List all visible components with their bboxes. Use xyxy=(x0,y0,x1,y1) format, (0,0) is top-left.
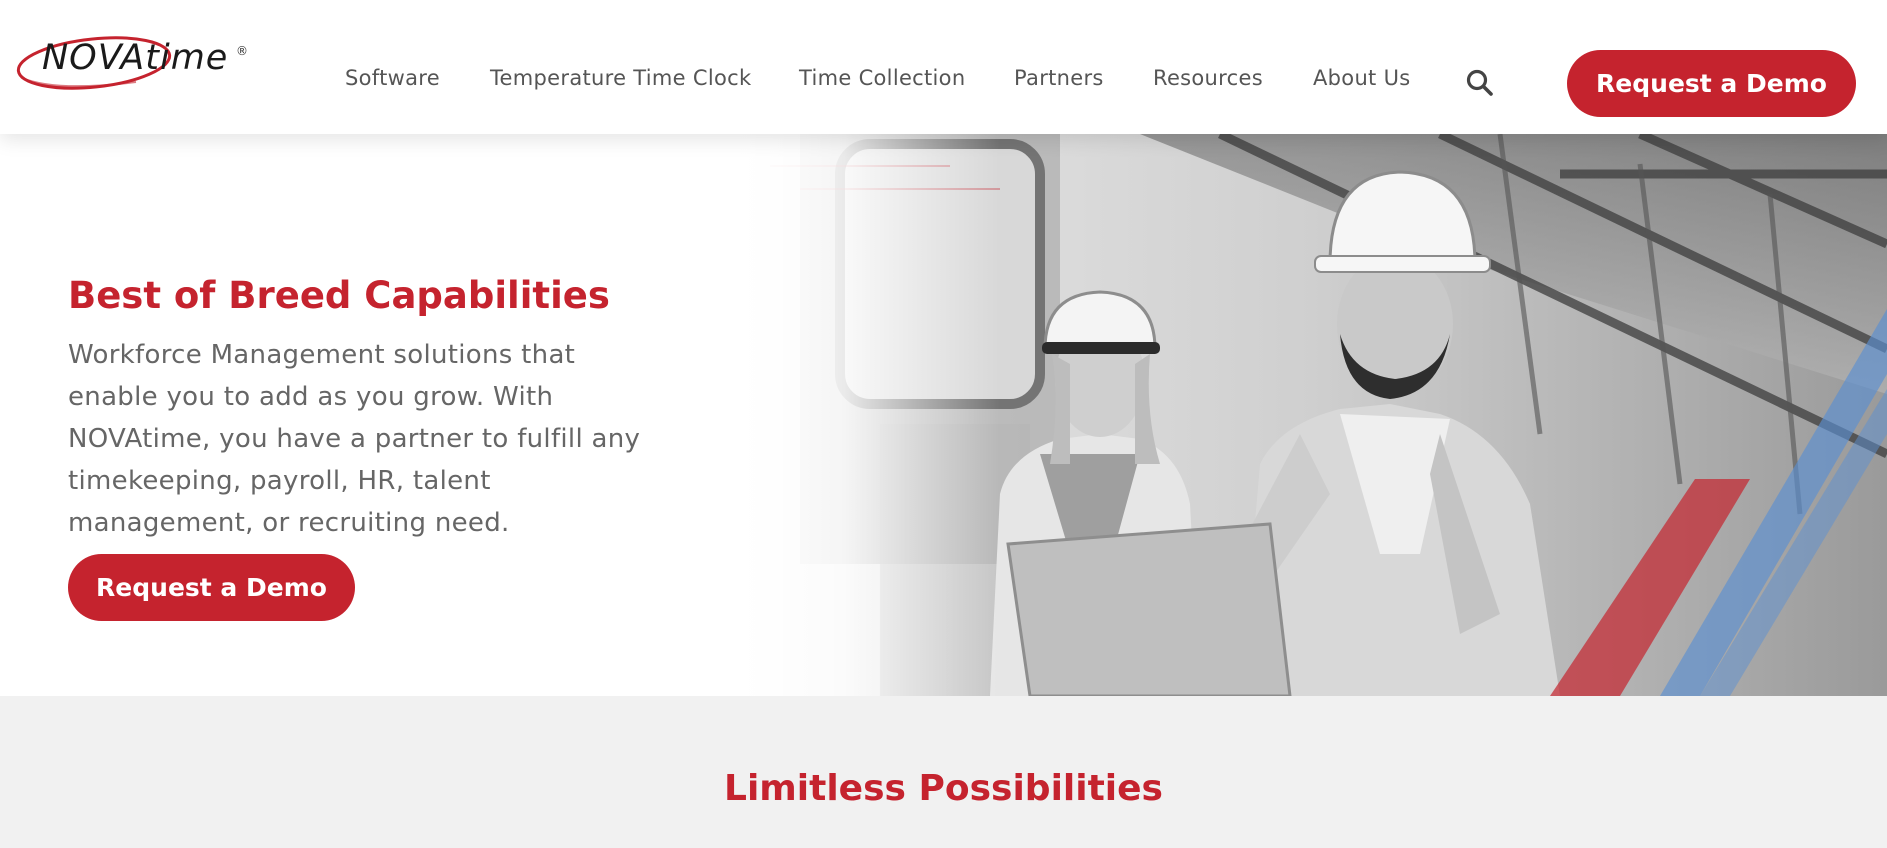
registered-mark: ® xyxy=(236,44,248,58)
request-demo-hero-button[interactable]: Request a Demo xyxy=(68,554,355,621)
hero-description: Workforce Management solutions that enab… xyxy=(68,340,641,538)
nav-item-temperature-time-clock[interactable]: Temperature Time Clock xyxy=(490,66,751,90)
nav-item-about-us[interactable]: About Us xyxy=(1313,66,1410,90)
nav-item-resources[interactable]: Resources xyxy=(1153,66,1263,90)
novatime-logo[interactable]: NOVAtime ® xyxy=(16,30,256,96)
site-header: NOVAtime ® Software Temperature Time Clo… xyxy=(0,0,1887,134)
hero-title: Best of Breed Capabilities xyxy=(68,274,610,317)
hero-section: Best of Breed Capabilities Workforce Man… xyxy=(0,134,1887,696)
nav-item-partners[interactable]: Partners xyxy=(1014,66,1104,90)
section-title: Limitless Possibilities xyxy=(724,768,1163,809)
nav-item-software[interactable]: Software xyxy=(345,66,440,90)
nav-item-time-collection[interactable]: Time Collection xyxy=(799,66,965,90)
search-icon[interactable] xyxy=(1465,68,1495,98)
hero-photo-fade xyxy=(740,134,1000,696)
request-demo-header-button[interactable]: Request a Demo xyxy=(1567,50,1856,117)
limitless-section: Limitless Possibilities xyxy=(0,696,1887,848)
logo-text: NOVAtime xyxy=(42,38,229,78)
